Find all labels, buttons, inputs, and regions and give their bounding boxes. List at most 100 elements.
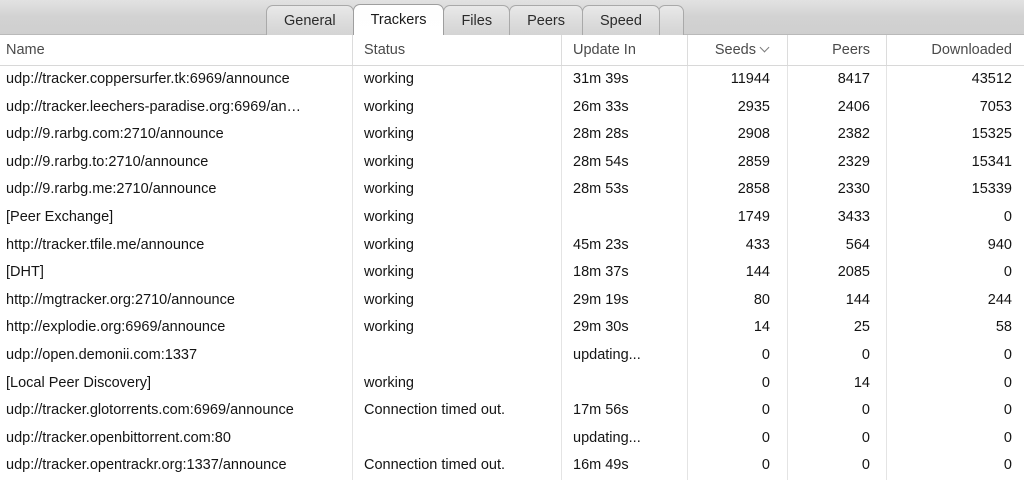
cell-update-in	[561, 369, 686, 398]
table-row[interactable]: udp://tracker.leechers-paradise.org:6969…	[0, 93, 1024, 122]
cell-status: working	[352, 121, 557, 149]
tab-strip: General Trackers Files Peers Speed	[266, 4, 684, 35]
cell-name: udp://tracker.openbittorrent.com:80	[6, 429, 231, 446]
column-header-inner: Peers	[788, 35, 870, 65]
cell-name: udp://open.demonii.com:1337	[6, 346, 198, 363]
cell-update-in: 26m 33s	[561, 93, 686, 122]
tab-peers[interactable]: Peers	[509, 5, 583, 35]
cell-peers: 25	[787, 314, 879, 342]
cell-status: working	[352, 93, 557, 122]
table-row[interactable]: udp://9.rarbg.com:2710/announce working 28…	[0, 121, 1024, 149]
column-header-label: Name	[6, 42, 45, 58]
cell-downloaded: 940	[886, 231, 1018, 260]
cell-update-in: updating...	[561, 424, 686, 453]
table-row[interactable]: udp://tracker.opentrackr.org:1337/announ…	[0, 452, 1024, 480]
column-header-update-in[interactable]: Update In	[561, 35, 686, 65]
cell-peers: 2330	[787, 176, 879, 204]
cell-peers: 0	[787, 452, 879, 480]
table-row[interactable]: http://explodie.org:6969/announce working…	[0, 314, 1024, 342]
cell-name: [DHT]	[6, 264, 44, 281]
cell-name: http://mgtracker.org:2710/announce	[6, 291, 235, 308]
table-row[interactable]: udp://9.rarbg.to:2710/announce working 28m…	[0, 148, 1024, 177]
tab-label: Trackers	[370, 12, 427, 28]
column-header-label: Update In	[573, 42, 636, 58]
tab-files[interactable]: Files	[443, 5, 511, 35]
cell-downloaded: 0	[886, 452, 1018, 480]
cell-downloaded: 15325	[886, 121, 1018, 149]
table-row[interactable]: [Local Peer Discovery] working 0 14 0	[0, 369, 1024, 398]
cell-status: working	[352, 231, 557, 260]
cell-peers: 0	[787, 397, 879, 425]
cell-status	[352, 341, 557, 370]
table-header-row: Name Status Update In Seeds Peers Downloaded	[0, 35, 1024, 66]
column-header-seeds[interactable]: Seeds	[687, 35, 779, 65]
cell-status: working	[352, 314, 557, 342]
cell-name: udp://tracker.opentrackr.org:1337/announ…	[6, 457, 287, 474]
table-row[interactable]: http://mgtracker.org:2710/announce workin…	[0, 286, 1024, 315]
cell-seeds: 2859	[687, 148, 779, 177]
cell-name: [Peer Exchange]	[6, 208, 114, 225]
cell-update-in: 29m 30s	[561, 314, 686, 342]
cell-downloaded: 0	[886, 369, 1018, 398]
cell-seeds: 0	[687, 369, 779, 398]
cell-peers: 2085	[787, 259, 879, 287]
tab-strip-trailing-stub	[657, 5, 684, 35]
tab-trackers[interactable]: Trackers	[352, 4, 445, 35]
column-header-peers[interactable]: Peers	[787, 35, 879, 65]
cell-update-in: 28m 53s	[561, 176, 686, 204]
cell-seeds: 2858	[687, 176, 779, 204]
cell-status: working	[352, 203, 557, 232]
table-row[interactable]: [Peer Exchange] working 1749 3433 0	[0, 203, 1024, 232]
cell-downloaded: 0	[886, 259, 1018, 287]
table-row[interactable]: [DHT] working 18m 37s 144 2085 0	[0, 259, 1024, 287]
cell-peers: 0	[787, 341, 879, 370]
cell-update-in: 17m 56s	[561, 397, 686, 425]
cell-seeds: 0	[687, 397, 779, 425]
cell-seeds: 11944	[687, 66, 779, 94]
column-header-status[interactable]: Status	[352, 35, 557, 65]
cell-status: Connection timed out.	[352, 452, 557, 480]
column-header-downloaded[interactable]: Downloaded	[886, 35, 1018, 65]
cell-name: udp://tracker.glotorrents.com:6969/annou…	[6, 402, 294, 419]
cell-downloaded: 0	[886, 397, 1018, 425]
cell-update-in: 28m 54s	[561, 148, 686, 177]
cell-seeds: 0	[687, 452, 779, 480]
cell-update-in: 28m 28s	[561, 121, 686, 149]
table-row[interactable]: http://tracker.tfile.me/announce working 4…	[0, 231, 1024, 260]
tab-general[interactable]: General	[266, 5, 354, 35]
cell-seeds: 2935	[687, 93, 779, 122]
table-row[interactable]: udp://tracker.glotorrents.com:6969/annou…	[0, 397, 1024, 425]
column-header-label: Peers	[832, 42, 870, 58]
tab-speed[interactable]: Speed	[581, 5, 660, 35]
cell-downloaded: 43512	[886, 66, 1018, 94]
column-header-label: Seeds	[714, 42, 756, 58]
cell-downloaded: 0	[886, 424, 1018, 453]
cell-name: udp://9.rarbg.me:2710/announce	[6, 181, 217, 198]
trackers-table: Name Status Update In Seeds Peers Downloaded …	[0, 35, 1024, 480]
cell-peers: 2406	[787, 93, 879, 122]
table-body: udp://tracker.coppersurfer.tk:6969/annou…	[0, 66, 1024, 480]
cell-seeds: 144	[687, 259, 779, 287]
column-header-name[interactable]: Name	[6, 35, 346, 65]
cell-peers: 0	[787, 424, 879, 453]
table-row[interactable]: udp://tracker.openbittorrent.com:80 updat…	[0, 424, 1024, 453]
cell-update-in	[561, 203, 686, 232]
cell-downloaded: 58	[886, 314, 1018, 342]
cell-status: working	[352, 148, 557, 177]
cell-seeds: 1749	[687, 203, 779, 232]
cell-seeds: 80	[687, 286, 779, 315]
torrent-details-panel: General Trackers Files Peers Speed Name Statu…	[0, 0, 1024, 500]
cell-name: http://explodie.org:6969/announce	[6, 319, 226, 336]
chevron-down-icon[interactable]	[761, 44, 770, 53]
column-header-inner: Seeds	[688, 35, 770, 65]
table-row[interactable]: udp://9.rarbg.me:2710/announce working 28m…	[0, 176, 1024, 204]
column-header-label: Status	[364, 42, 406, 58]
cell-peers: 3433	[787, 203, 879, 232]
cell-seeds: 14	[687, 314, 779, 342]
cell-name: http://tracker.tfile.me/announce	[6, 236, 205, 253]
cell-downloaded: 7053	[886, 93, 1018, 122]
cell-update-in: 31m 39s	[561, 66, 686, 94]
table-row[interactable]: udp://tracker.coppersurfer.tk:6969/annou…	[0, 66, 1024, 94]
table-row[interactable]: udp://open.demonii.com:1337 updating... 0 0…	[0, 341, 1024, 370]
cell-peers: 2329	[787, 148, 879, 177]
